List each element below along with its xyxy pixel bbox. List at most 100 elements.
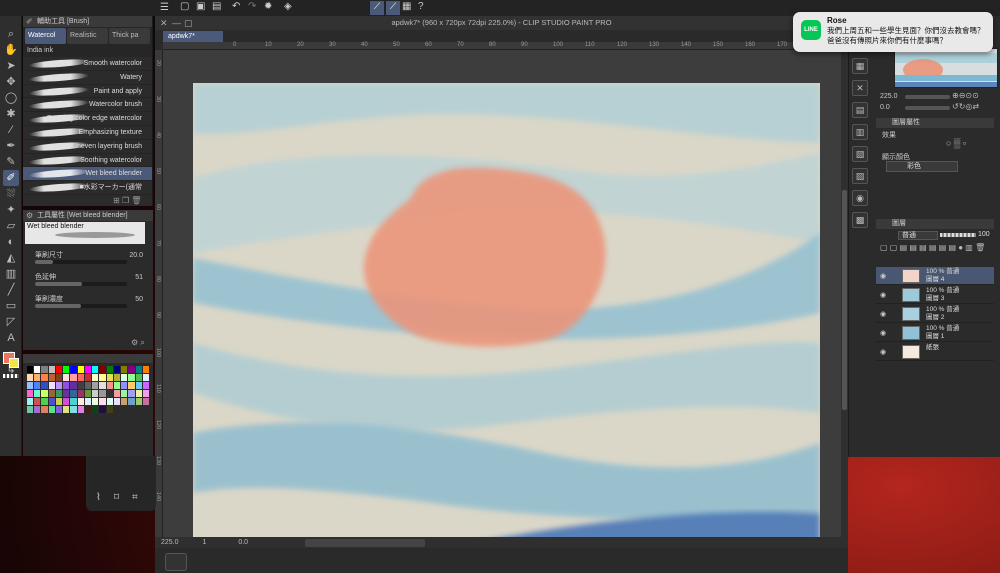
navigator-zoom[interactable]: 225.0 xyxy=(880,93,898,100)
canvas-area[interactable] xyxy=(163,50,841,538)
camera-icon[interactable]: ◉ xyxy=(852,190,868,206)
brush-item[interactable]: Emphasizing texture xyxy=(23,126,152,140)
eye-icon[interactable]: ◉ xyxy=(880,272,888,280)
palette-swatch[interactable] xyxy=(135,390,142,397)
storyboard-icon[interactable]: ▩ xyxy=(852,212,868,228)
status-zoom[interactable]: 225.0 xyxy=(161,539,179,546)
ruler-icon[interactable]: ◸ xyxy=(3,314,19,330)
palette-swatch[interactable] xyxy=(41,406,48,413)
palette-swatch[interactable] xyxy=(41,382,48,389)
selection-tool-icon[interactable]: ◯ xyxy=(3,90,19,106)
navigator-preview[interactable] xyxy=(894,48,998,88)
opacity-slider[interactable] xyxy=(940,233,976,237)
auto-select-icon[interactable]: ✱ xyxy=(3,106,19,122)
layer-row[interactable]: ◉ 100 % 普通 圖層 4 xyxy=(876,267,994,285)
palette-swatch[interactable] xyxy=(84,398,92,405)
eye-icon[interactable]: ◉ xyxy=(880,329,888,337)
bookmark-icon[interactable]: ⌑ xyxy=(114,492,119,503)
minimize-window-icon[interactable]: — xyxy=(172,18,181,28)
tab-realistic[interactable]: Realistic xyxy=(67,28,108,44)
palette-swatch[interactable] xyxy=(70,398,77,405)
palette-swatch[interactable] xyxy=(70,390,77,397)
density-value[interactable]: 50 xyxy=(135,296,143,303)
vertical-scrollbar[interactable] xyxy=(841,50,848,538)
palette-swatch[interactable] xyxy=(55,382,63,389)
palette-swatch[interactable] xyxy=(34,398,41,405)
palette-swatch[interactable] xyxy=(121,366,128,373)
palette-swatch[interactable] xyxy=(77,374,84,381)
palette-swatch[interactable] xyxy=(63,374,70,381)
palette-swatch[interactable] xyxy=(48,390,55,397)
extend-slider[interactable] xyxy=(35,282,127,286)
palette-swatch[interactable] xyxy=(113,374,121,381)
help-icon[interactable]: ? xyxy=(418,1,424,12)
figure-icon[interactable]: ╱ xyxy=(3,282,19,298)
density-slider[interactable] xyxy=(35,304,127,308)
duplicate-subtool-icon[interactable]: ❐ xyxy=(122,196,129,205)
redo-icon[interactable]: ↷ xyxy=(248,1,256,12)
palette-swatch[interactable] xyxy=(121,398,128,405)
palette-swatch[interactable] xyxy=(63,382,70,389)
palette-swatch[interactable] xyxy=(63,366,70,373)
artwork-canvas[interactable] xyxy=(193,83,820,538)
brush-item[interactable]: Wet bleed blender xyxy=(23,167,152,182)
palette-swatch[interactable] xyxy=(84,374,92,381)
material-icon[interactable]: ▥ xyxy=(852,124,868,140)
palette-swatch[interactable] xyxy=(48,374,55,381)
subview-icon[interactable]: ✕ xyxy=(852,80,868,96)
palette-swatch[interactable] xyxy=(63,390,70,397)
palette-swatch[interactable] xyxy=(92,406,99,413)
palette-swatch[interactable] xyxy=(106,374,113,381)
palette-swatch[interactable] xyxy=(84,406,92,413)
palette-swatch[interactable] xyxy=(41,398,48,405)
palette-swatch[interactable] xyxy=(34,390,41,397)
palette-swatch[interactable] xyxy=(34,406,41,413)
palette-swatch[interactable] xyxy=(77,398,84,405)
eyedropper-icon[interactable]: ⁄ xyxy=(3,122,19,138)
palette-swatch[interactable] xyxy=(63,398,70,405)
palette-swatch[interactable] xyxy=(70,366,77,373)
palette-swatch[interactable] xyxy=(48,366,55,373)
palette-swatch[interactable] xyxy=(121,382,128,389)
color-swatches[interactable] xyxy=(27,366,149,452)
navigator-rotate-slider[interactable] xyxy=(905,106,950,110)
library-icon[interactable]: ▨ xyxy=(852,168,868,184)
brush-item[interactable]: ■水彩マーカー(通常 xyxy=(23,181,152,195)
palette-swatch[interactable] xyxy=(135,398,142,405)
palette-swatch[interactable] xyxy=(121,374,128,381)
layer-row[interactable]: ◉ 100 % 普通 圖層 1 xyxy=(876,324,994,342)
brush-item[interactable]: Watery xyxy=(23,71,152,85)
transform-icon[interactable]: ◈ xyxy=(284,1,292,12)
palette-swatch[interactable] xyxy=(41,366,48,373)
frame-icon[interactable]: ▭ xyxy=(3,298,19,314)
palette-swatch[interactable] xyxy=(92,382,99,389)
zoom-tool-icon[interactable]: ⌕ xyxy=(3,26,19,42)
ruler-snap-icon[interactable]: ⟋ xyxy=(370,1,384,15)
palette-swatch[interactable] xyxy=(106,398,113,405)
palette-swatch[interactable] xyxy=(113,382,121,389)
brush-tool-icon[interactable]: ✐ xyxy=(3,170,19,186)
brush-item[interactable]: Soothing watercolor xyxy=(23,154,152,168)
palette-swatch[interactable] xyxy=(113,390,121,397)
layer-tools-icons[interactable]: ▢ ▢ ▤ ▤ ▤ ▤ ▤ ▤ ● ▥ 🗑 xyxy=(880,243,985,252)
gradient-icon[interactable]: ▥ xyxy=(3,266,19,282)
palette-swatch[interactable] xyxy=(142,382,149,389)
airbrush-icon[interactable]: ⛆ xyxy=(3,186,19,202)
palette-swatch[interactable] xyxy=(92,374,99,381)
history-icon[interactable]: ▧ xyxy=(852,146,868,162)
tab-watercolor[interactable]: Watercol xyxy=(25,28,66,44)
palette-swatch[interactable] xyxy=(128,390,135,397)
maximize-window-icon[interactable]: ▢ xyxy=(184,18,193,29)
pencil-icon[interactable]: ✎ xyxy=(3,154,19,170)
pen-icon[interactable]: ✒ xyxy=(3,138,19,154)
close-window-icon[interactable]: ✕ xyxy=(160,18,168,29)
brush-item[interactable]: Smooth watercolor xyxy=(23,57,152,71)
snap-grid-icon[interactable]: ▦ xyxy=(402,1,411,12)
palette-swatch[interactable] xyxy=(92,366,99,373)
palette-swatch[interactable] xyxy=(41,390,48,397)
status-step[interactable]: 1 xyxy=(202,539,206,546)
display-color-select[interactable]: 彩色 xyxy=(886,161,958,172)
palette-swatch[interactable] xyxy=(63,406,70,413)
palette-swatch[interactable] xyxy=(55,406,63,413)
palette-swatch[interactable] xyxy=(99,366,106,373)
